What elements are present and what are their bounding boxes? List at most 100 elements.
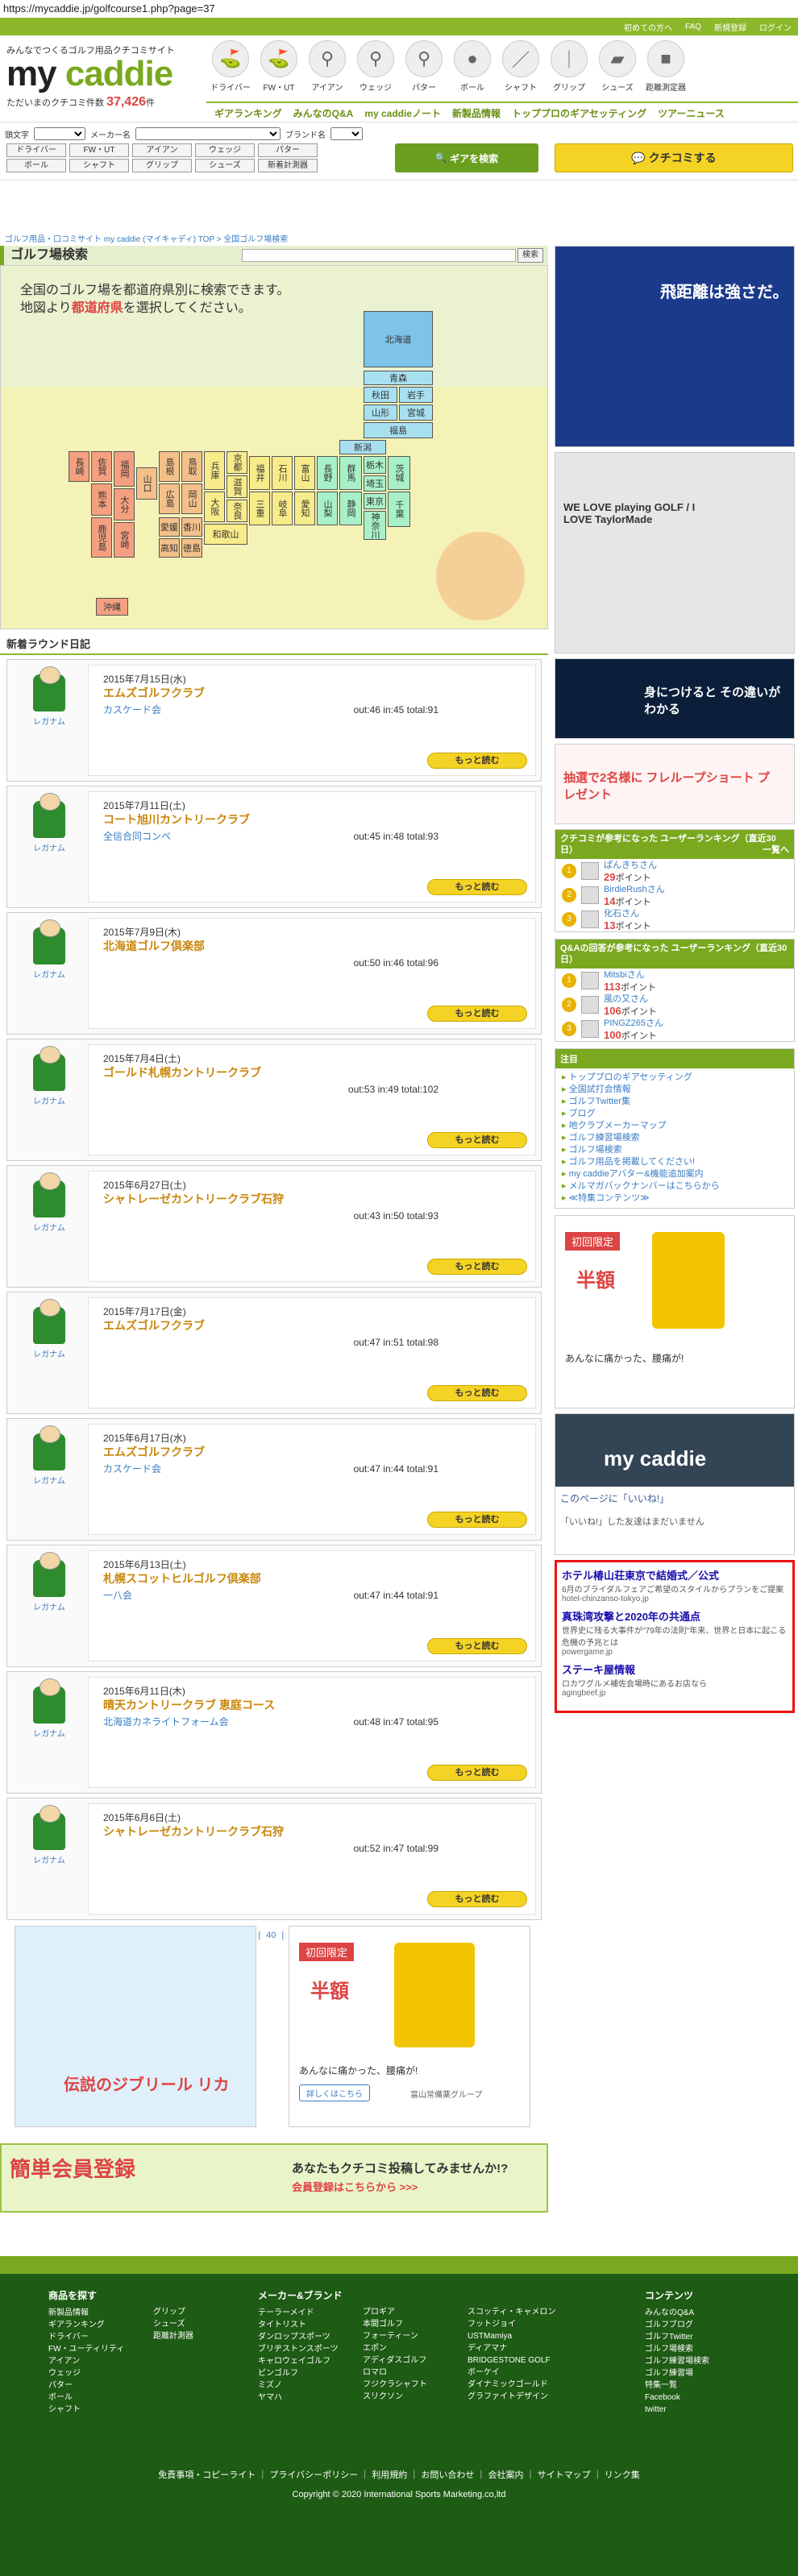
pref-41[interactable]: 長崎 [69,451,89,482]
subnav-note[interactable]: my caddieノート [364,106,441,120]
footer-link[interactable]: キャロウェイゴルフ [258,2355,343,2367]
taylormade-ad[interactable]: WE LOVE playing GOLF / I LOVE TaylorMade [555,452,795,653]
cat-fw-ut[interactable]: ⛳ FW・UT [255,40,303,93]
footer-link[interactable]: FW・ユーティリティ [48,2343,124,2355]
footer-link[interactable]: ピンゴルフ [258,2367,343,2379]
footer-link[interactable]: ミズノ [258,2379,343,2391]
search-cat-iron[interactable]: アイアン [132,143,192,157]
search-cat-fw[interactable]: FW・UT [69,143,129,157]
search-cat-shaft[interactable]: シャフト [69,159,129,172]
cat-wedge[interactable]: ⚲ ウェッジ [351,40,400,93]
footer-link[interactable]: ロマロ [363,2367,427,2379]
text-ad[interactable]: ステーキ屋情報 ロカワグルメ補佐会場時にあるお店なら agingbeef.jp [562,1661,788,1698]
round-course[interactable]: 北海道ゴルフ倶楽部 [103,938,205,954]
pref-18[interactable]: 石川 [272,456,293,490]
round-competition[interactable]: 北海道カネライトフォーム会 [103,1715,229,1728]
pref-36[interactable]: 愛媛 [159,517,180,537]
pref-45[interactable]: 鹿児島 [91,517,112,558]
footer-link[interactable]: パター [48,2379,124,2391]
featured-link[interactable]: トッププロのギアセッティング [562,1072,788,1084]
cat-rangefinder[interactable]: ■ 距離測定器 [642,40,690,93]
pref-34[interactable]: 山口 [136,467,157,500]
brand-select[interactable] [330,127,363,140]
write-review-button[interactable]: 💬 クチコミする [555,143,793,172]
pref-12[interactable]: 東京 [364,493,386,509]
register-banner[interactable]: 簡単会員登録 あなたもクチコミ投稿してみませんか!? 会員登録はこちらから >>… [0,2143,548,2213]
footer-link[interactable]: プロギア [363,2306,427,2318]
pref-17[interactable]: 富山 [294,456,315,490]
footer-link[interactable]: シャフト [48,2404,124,2416]
footer-link[interactable]: 本間ゴルフ [363,2318,427,2330]
round-competition[interactable]: カスケード会 [103,703,161,716]
featured-link[interactable]: 全国試打会情報 [562,1084,788,1096]
cat-driver[interactable]: ⛳ ドライバー [206,40,255,93]
dunlop-ad[interactable]: 飛距離は強さだ。 [555,246,795,447]
subnav-new-products[interactable]: 新製品情報 [452,106,501,120]
pref-22[interactable]: 静岡 [339,492,362,525]
pref-23[interactable]: 三重 [249,492,270,525]
round-course[interactable]: エムズゴルフクラブ [103,685,205,701]
pref-3[interactable]: 岩手 [399,387,433,403]
subnav-tour-news[interactable]: ツアーニュース [658,106,725,120]
footer-link[interactable]: スリクソン [363,2391,427,2403]
pref-4[interactable]: 山形 [364,404,397,421]
pref-28[interactable]: 大阪 [204,492,225,522]
featured-link[interactable]: my caddieアバター&機能追加案内 [562,1168,788,1180]
cat-shaft[interactable]: ／シャフト [497,40,545,93]
round-competition[interactable]: 一八会 [103,1588,132,1602]
footer-link[interactable]: USTMamiya [468,2330,555,2342]
round-course[interactable]: エムズゴルフクラブ [103,1444,205,1460]
pref-2[interactable]: 秋田 [364,387,397,403]
pref-43[interactable]: 熊本 [91,483,112,516]
footer-link[interactable]: ゴルフTwitter [645,2331,709,2343]
round-course[interactable]: ゴールド札幌カントリークラブ [103,1064,261,1081]
search-cat-ball[interactable]: ボール [6,159,66,172]
address-bar[interactable]: https://mycaddie.jp/golfcourse1.php?page… [0,0,798,18]
read-more-button[interactable]: もっと読む [427,1765,527,1781]
pref-44[interactable]: 宮崎 [114,522,135,558]
pref-42[interactable]: 大分 [114,488,135,521]
cat-shoes[interactable]: ▰ シューズ [593,40,642,93]
round-competition[interactable]: 全信合同コンペ [103,829,171,843]
footer-link[interactable]: ダンロップスポーツ [258,2331,343,2343]
read-more-button[interactable]: もっと読む [427,1006,527,1022]
pref-21[interactable]: 愛知 [294,492,315,525]
user-avatar[interactable]: レガナム [14,1299,85,1359]
pref-14[interactable]: 神奈川 [364,511,386,540]
breadcrumb[interactable]: ゴルフ用品・口コミサイト my caddie (マイキャディ) TOP > 全国… [5,232,288,244]
footer-link[interactable]: スコッティ・キャメロン [468,2306,555,2318]
user-avatar[interactable]: レガナム [14,1046,85,1106]
footer-link[interactable]: BRIDGESTONE GOLF [468,2354,555,2367]
pref-46[interactable]: 沖縄 [96,598,128,616]
footer-link[interactable]: Facebook [645,2391,709,2404]
featured-link[interactable]: ゴルフ用品を掲載してください! [562,1156,788,1168]
read-more-button[interactable]: もっと読む [427,1385,527,1401]
pref-19[interactable]: 福井 [249,456,270,490]
footer-link[interactable]: ドライバー [48,2331,124,2343]
round-course[interactable]: 晴天カントリークラブ 恵庭コース [103,1697,275,1713]
cat-grip[interactable]: ｜グリップ [545,40,593,93]
cat-iron[interactable]: ⚲ アイアン [303,40,351,93]
ranking-more-link[interactable]: 一覧へ [763,844,789,856]
pref-31[interactable]: 島根 [159,451,180,482]
maker-select[interactable] [135,127,281,140]
subnav-ranking[interactable]: ギアランキング [214,106,282,120]
footer-link[interactable]: 新製品情報 [48,2307,124,2319]
pref-27[interactable]: 和歌山 [204,524,247,545]
ranking-item[interactable]: 2 BirdieRushさん 14ポイント [555,883,794,907]
footer-link[interactable]: ゴルフ場検索 [645,2343,709,2355]
footer-link[interactable]: シューズ [153,2318,193,2330]
cat-ball[interactable]: ● ボール [448,40,497,93]
round-course[interactable]: シャトレーゼカントリークラブ石狩 [103,1823,284,1840]
pref-32[interactable]: 岡山 [181,483,202,514]
user-avatar[interactable]: レガナム [14,1805,85,1865]
featured-link[interactable]: ゴルフ場検索 [562,1144,788,1156]
pref-15[interactable]: 山梨 [317,492,338,525]
pref-1[interactable]: 青森 [364,371,433,385]
footer-link[interactable]: ゴルフブログ [645,2319,709,2331]
footer-link[interactable]: エポン [363,2342,427,2354]
faq-link[interactable]: FAQ [685,23,701,31]
pref-40[interactable]: 佐賀 [91,451,112,482]
footer-link[interactable]: グリップ [153,2306,193,2318]
pref-6[interactable]: 福島 [364,422,433,438]
